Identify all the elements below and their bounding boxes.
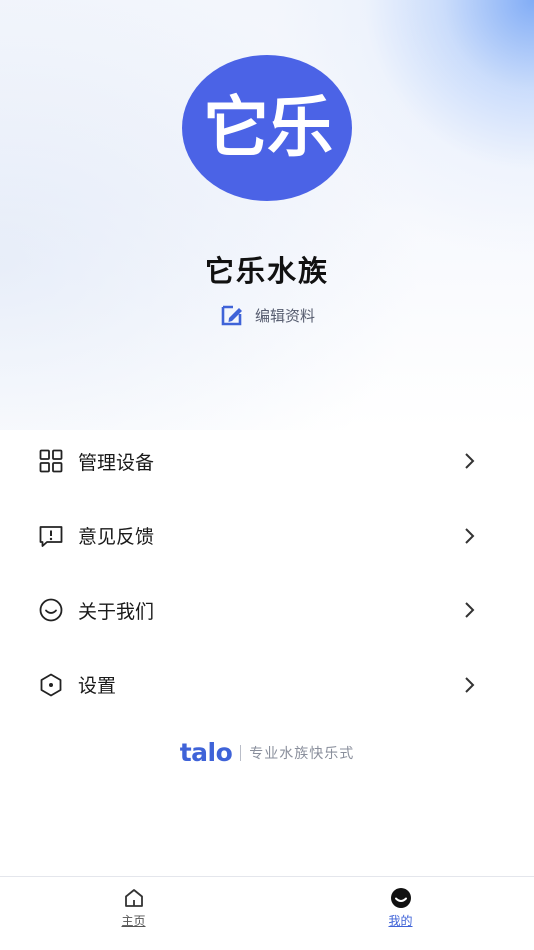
avatar[interactable]: 它乐 [182, 55, 352, 201]
brand-logo: talo [179, 738, 233, 767]
smile-icon [38, 597, 64, 623]
chevron-right-icon [462, 675, 476, 695]
menu-item-feedback[interactable]: 意见反馈 [0, 499, 534, 574]
feedback-icon [38, 523, 64, 549]
menu-item-label: 意见反馈 [78, 526, 155, 549]
brand-divider [240, 744, 242, 761]
menu-item-label: 管理设备 [78, 451, 155, 474]
chevron-right-icon [462, 451, 476, 471]
tab-home-label: 主页 [121, 914, 146, 928]
menu-item-manage-devices[interactable]: 管理设备 [0, 424, 534, 499]
edit-profile-label: 编辑资料 [254, 306, 315, 325]
menu-item-label: 设置 [78, 675, 117, 698]
grid-icon [38, 448, 64, 474]
menu-item-settings[interactable]: 设置 [0, 648, 534, 723]
brand-footer: talo 专业水族快乐式 [0, 738, 534, 767]
brand-slogan: 专业水族快乐式 [249, 745, 355, 762]
bottom-tab-bar: 主页 我的 [0, 876, 534, 950]
menu-list: 管理设备 意见反馈 关于我们 设置 [0, 424, 534, 722]
chevron-right-icon [462, 600, 476, 620]
tab-mine-label: 我的 [388, 914, 413, 928]
menu-item-about-us[interactable]: 关于我们 [0, 573, 534, 648]
menu-item-label: 关于我们 [78, 600, 155, 623]
tab-home[interactable]: 主页 [0, 877, 267, 950]
profile-name: 它乐水族 [204, 254, 329, 288]
chevron-right-icon [462, 526, 476, 546]
profile-face-icon [390, 887, 412, 909]
edit-profile-button[interactable]: 编辑资料 [0, 302, 534, 328]
home-icon [123, 887, 145, 909]
edit-icon [219, 302, 245, 328]
profile-section: 它乐 它乐水族 编辑资料 [0, 0, 534, 380]
tab-mine[interactable]: 我的 [267, 877, 534, 950]
avatar-logo-text: 它乐 [203, 89, 333, 166]
settings-icon [38, 672, 64, 698]
